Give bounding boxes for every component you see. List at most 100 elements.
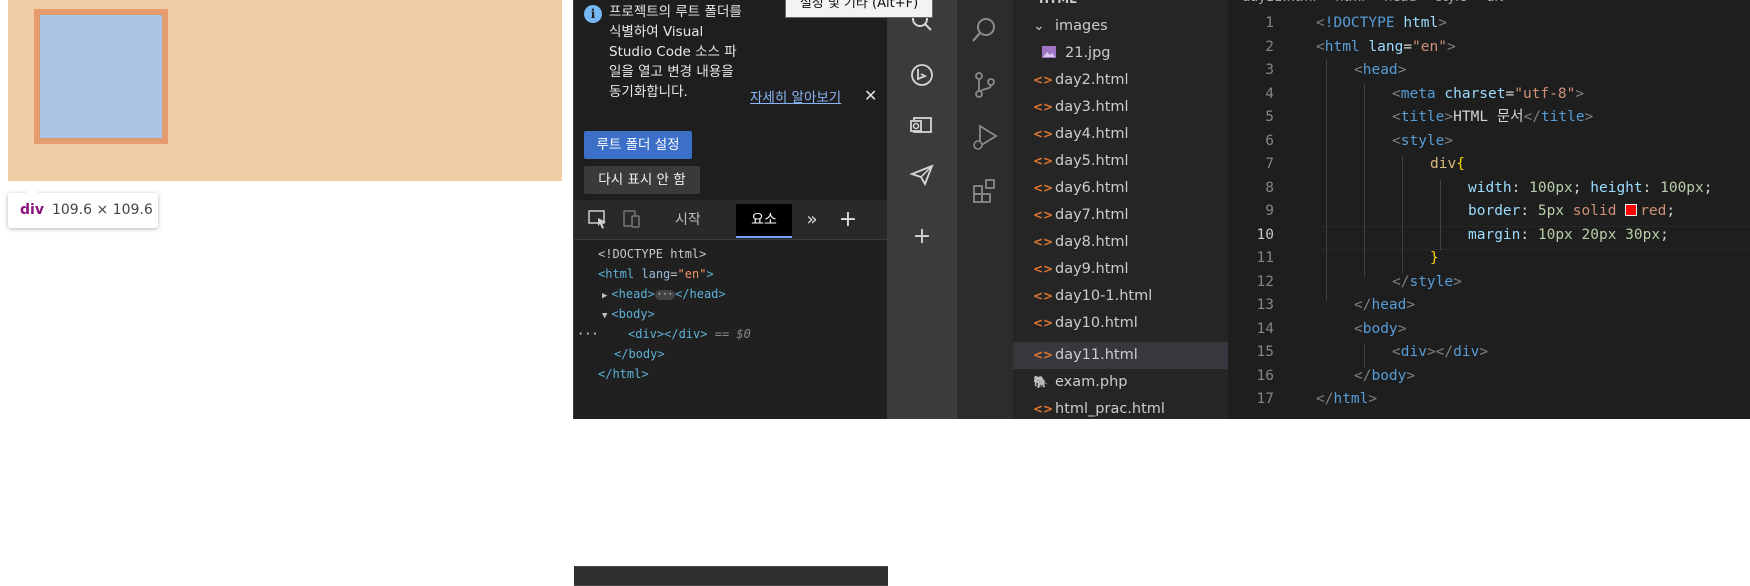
html-file-icon: <> — [1033, 154, 1054, 168]
explorer-file[interactable]: <> day4.html — [1013, 121, 1228, 148]
line-number: 7 — [1265, 156, 1274, 172]
tab-elements[interactable]: 요소 — [736, 204, 792, 238]
html-file-icon: <> — [1033, 127, 1054, 141]
bing-icon[interactable] — [907, 60, 937, 90]
explorer-file[interactable]: 🐘 exam.php — [1013, 369, 1228, 396]
tooltip-size: 109.6 × 109.6 — [51, 202, 153, 218]
send-icon[interactable] — [907, 160, 937, 190]
settings-tooltip: 설정 및 기타 (Alt+F) — [785, 0, 933, 18]
tab-start[interactable]: 시작 — [675, 200, 701, 240]
device-toolbar-icon[interactable] — [620, 208, 644, 232]
explorer-file-image[interactable]: 21.jpg — [1013, 40, 1228, 67]
add-icon[interactable]: + — [907, 222, 937, 252]
explorer-folder-html[interactable]: HTML — [1013, 0, 1228, 13]
code-editor[interactable]: day11.html > html > head > style > div 1… — [1228, 0, 1750, 419]
close-icon[interactable]: ✕ — [864, 86, 877, 105]
code-line: border: 5px solid red; — [1468, 203, 1676, 219]
chevron-down-icon: ⌄ — [1033, 18, 1045, 34]
line-number: 11 — [1256, 250, 1274, 266]
extensions-icon[interactable] — [970, 176, 1000, 206]
explorer-file[interactable]: <> day3.html — [1013, 94, 1228, 121]
code-line-current: margin: 10px 20px 30px; — [1468, 226, 1669, 243]
outlook-icon[interactable] — [907, 110, 937, 140]
browser-preview: div 109.6 × 109.6 — [0, 0, 573, 419]
line-number: 15 — [1256, 344, 1274, 360]
devtools-panel: i 프로젝트의 루트 폴더를 식별하여 Visual Studio Code 소… — [573, 0, 933, 586]
set-root-folder-button[interactable]: 루트 폴더 설정 — [584, 131, 692, 159]
line-number: 13 — [1256, 297, 1274, 313]
explorer-file-active[interactable]: <> day11.html — [1013, 342, 1228, 369]
explorer-file[interactable]: <> day6.html — [1013, 175, 1228, 202]
explorer-file[interactable]: <> day7.html — [1013, 202, 1228, 229]
info-icon: i — [584, 5, 602, 23]
code-line: <div></div> — [1392, 344, 1489, 360]
line-number: 14 — [1256, 320, 1274, 337]
code-line: <meta charset="utf-8"> — [1392, 85, 1585, 102]
ellipsis-icon[interactable]: ··· — [654, 289, 676, 300]
code-line: width: 100px; height: 100px; — [1468, 179, 1713, 196]
dom-body-close[interactable]: </body> — [614, 344, 665, 364]
devtools-toolbar: 시작 요소 » + — [574, 200, 888, 240]
html-file-icon: <> — [1033, 100, 1054, 114]
breadcrumb[interactable]: day11.html > html > head > style > div — [1242, 0, 1506, 10]
dom-body[interactable]: ▼ <body> — [602, 304, 655, 324]
collapse-arrow-icon[interactable]: ▼ — [602, 311, 607, 321]
dom-html-close[interactable]: </html> — [598, 364, 649, 384]
line-number: 4 — [1265, 85, 1274, 102]
html-file-icon: <> — [1033, 235, 1054, 249]
dom-html[interactable]: <html lang="en"> — [598, 264, 714, 284]
html-file-icon: <> — [1033, 262, 1054, 276]
expand-arrow-icon[interactable]: ▶ — [602, 291, 607, 301]
php-file-icon: 🐘 — [1033, 375, 1048, 389]
content-highlight[interactable] — [39, 14, 163, 139]
dom-doctype[interactable]: <!DOCTYPE html> — [598, 244, 706, 264]
dont-show-again-button[interactable]: 다시 표시 안 함 — [584, 166, 700, 194]
html-file-icon: <> — [1033, 208, 1054, 222]
html-file-icon: <> — [1033, 316, 1054, 330]
line-number: 6 — [1265, 132, 1274, 149]
run-debug-icon[interactable] — [970, 122, 1000, 152]
code-line: <title>HTML 문서</title> — [1392, 109, 1594, 125]
line-number: 3 — [1265, 62, 1274, 78]
line-number: 5 — [1265, 109, 1274, 125]
element-size-tooltip: div 109.6 × 109.6 — [8, 187, 158, 228]
explorer-file[interactable]: <> day2.html — [1013, 67, 1228, 94]
html-file-icon: <> — [1033, 73, 1054, 87]
source-control-icon[interactable] — [970, 70, 1000, 100]
image-file-icon — [1042, 40, 1056, 67]
line-number: 1 — [1265, 15, 1274, 31]
line-number: 16 — [1256, 367, 1274, 384]
code-line: </head> — [1354, 297, 1416, 313]
html-file-icon: <> — [1033, 348, 1054, 362]
edge-sidebar: + — [887, 0, 957, 419]
dom-div[interactable]: <div></div> == $0 — [628, 324, 751, 344]
row-actions-icon[interactable]: ··· — [577, 324, 599, 344]
color-swatch-icon[interactable] — [1625, 204, 1638, 216]
add-tab-icon[interactable]: + — [836, 208, 860, 232]
code-line: <style> — [1392, 132, 1454, 149]
dom-head[interactable]: ▶ <head> ··· </head> — [602, 284, 726, 304]
code-line: <body> — [1354, 320, 1407, 337]
code-line: <head> — [1354, 62, 1407, 78]
indent-guide — [1326, 60, 1327, 300]
code-line: div{ — [1430, 156, 1465, 172]
explorer-file[interactable]: <> day10-1.html — [1013, 283, 1228, 310]
code-line: </body> — [1354, 367, 1416, 384]
more-tabs-icon[interactable]: » — [800, 208, 824, 232]
file-explorer: HTML ⌄ images 21.jpg <>day2.html <>day3.… — [1013, 0, 1228, 419]
explorer-file[interactable]: <> day5.html — [1013, 148, 1228, 175]
code-line: <!DOCTYPE html> — [1316, 15, 1447, 31]
indent-guide — [1440, 180, 1441, 250]
dom-tree: <!DOCTYPE html> <html lang="en"> ▶ <head>… — [574, 242, 888, 586]
dom-selected-row[interactable] — [574, 566, 888, 586]
root-folder-notification: i 프로젝트의 루트 폴더를 식별하여 Visual Studio Code 소… — [574, 0, 888, 200]
explorer-folder-images[interactable]: ⌄ images — [1013, 13, 1228, 40]
learn-more-link[interactable]: 자세히 알아보기 — [750, 86, 841, 106]
search-icon[interactable] — [970, 15, 1000, 45]
explorer-file[interactable]: <> day9.html — [1013, 256, 1228, 283]
code-line: <html lang="en"> — [1316, 38, 1456, 55]
explorer-file[interactable]: <> day10.html — [1013, 310, 1228, 337]
notification-text: 프로젝트의 루트 폴더를 식별하여 Visual Studio Code 소스 … — [609, 4, 742, 100]
inspect-icon[interactable] — [586, 208, 610, 232]
explorer-file[interactable]: <> day8.html — [1013, 229, 1228, 256]
